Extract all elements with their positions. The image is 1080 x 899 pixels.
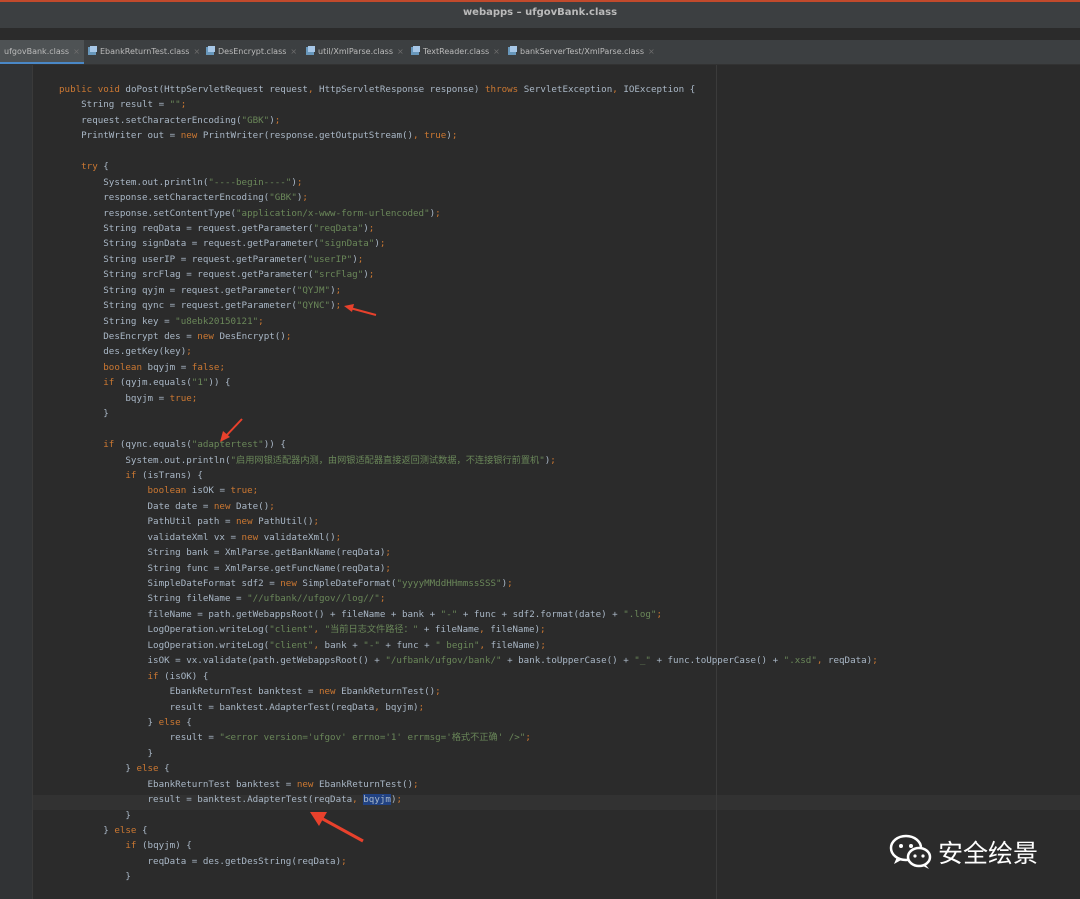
code-line[interactable]: } else {	[59, 823, 878, 838]
tab-bankservertest-xmlparse[interactable]: bankServerTest/XmlParse.class ×	[508, 40, 655, 64]
tab-close-icon[interactable]: ×	[493, 47, 500, 56]
code-line[interactable]: String fileName = "//ufbank//ufgov//log/…	[59, 591, 878, 606]
code-line[interactable]: response.setCharacterEncoding("GBK");	[59, 190, 878, 205]
code-line[interactable]: reqData = des.getDesString(reqData);	[59, 854, 878, 869]
code-line[interactable]: String signData = request.getParameter("…	[59, 236, 878, 251]
tab-util-xmlparse[interactable]: util/XmlParse.class ×	[306, 40, 404, 64]
annotation-arrow-adaptertest	[220, 418, 243, 442]
code-line[interactable]: } else {	[59, 715, 878, 730]
code-line[interactable]: } else {	[59, 761, 878, 776]
code-line[interactable]: LogOperation.writeLog("client", "当前日志文件路…	[59, 622, 878, 637]
code-line[interactable]: des.getKey(key);	[59, 344, 878, 359]
tab-label: TextReader.class	[423, 47, 490, 56]
code-line[interactable]: String qyjm = request.getParameter("QYJM…	[59, 283, 878, 298]
code-line[interactable]: if (qyjm.equals("1")) {	[59, 375, 878, 390]
code-line[interactable]: PathUtil path = new PathUtil();	[59, 514, 878, 529]
tab-ebankreturntest[interactable]: EbankReturnTest.class ×	[88, 40, 200, 64]
code-line[interactable]: System.out.println("----begin----");	[59, 175, 878, 190]
code-line[interactable]: EbankReturnTest banktest = new EbankRetu…	[59, 684, 878, 699]
code-line[interactable]: public void doPost(HttpServletRequest re…	[59, 82, 878, 97]
code-line[interactable]: LogOperation.writeLog("client", bank + "…	[59, 638, 878, 653]
class-file-icon	[206, 41, 215, 55]
code-line[interactable]: PrintWriter out = new PrintWriter(respon…	[59, 128, 878, 143]
code-line[interactable]: EbankReturnTest banktest = new EbankRetu…	[59, 777, 878, 792]
code-line[interactable]: String srcFlag = request.getParameter("s…	[59, 267, 878, 282]
code-line[interactable]: bqyjm = true;	[59, 391, 878, 406]
code-line[interactable]: if (qync.equals("adaptertest")) {	[59, 437, 878, 452]
tab-close-icon[interactable]: ×	[193, 47, 200, 56]
code-line[interactable]: String key = "u8ebk20150121";	[59, 314, 878, 329]
code-line[interactable]	[59, 144, 878, 159]
class-file-icon	[508, 41, 517, 55]
code-line[interactable]: String func = XmlParse.getFuncName(reqDa…	[59, 561, 878, 576]
code-line[interactable]: String userIP = request.getParameter("us…	[59, 252, 878, 267]
code-line[interactable]: }	[59, 406, 878, 421]
tab-label: DesEncrypt.class	[218, 47, 287, 56]
code-line[interactable]: boolean isOK = true;	[59, 483, 878, 498]
code-line[interactable]: response.setContentType("application/x-w…	[59, 206, 878, 221]
code-line[interactable]: if (bqyjm) {	[59, 838, 878, 853]
watermark-text: 安全绘景	[938, 839, 1039, 868]
code-line[interactable]	[59, 422, 878, 437]
code-line[interactable]: String reqData = request.getParameter("r…	[59, 221, 878, 236]
window-titlebar: webapps – ufgovBank.class	[0, 0, 1080, 28]
annotation-arrow-qync	[344, 304, 377, 316]
code-editor[interactable]: public void doPost(HttpServletRequest re…	[33, 65, 1080, 899]
selected-text: bqyjm	[363, 794, 391, 806]
code-line[interactable]: if (isOK) {	[59, 669, 878, 684]
code-line[interactable]: request.setCharacterEncoding("GBK");	[59, 113, 878, 128]
code-line[interactable]: result = banktest.AdapterTest(reqData, b…	[59, 792, 878, 807]
code-line[interactable]: validateXml vx = new validateXml();	[59, 530, 878, 545]
code-line[interactable]: Date date = new Date();	[59, 499, 878, 514]
tab-label: util/XmlParse.class	[318, 47, 393, 56]
tab-textreader[interactable]: TextReader.class ×	[411, 40, 500, 64]
code-line[interactable]: System.out.println("启用网银适配器内测，由网银适配器直接返回…	[59, 453, 878, 468]
code-line[interactable]: fileName = path.getWebappsRoot() + fileN…	[59, 607, 878, 622]
class-file-icon	[306, 41, 315, 55]
tab-desencrypt[interactable]: DesEncrypt.class ×	[206, 40, 297, 64]
code-line[interactable]: result = banktest.AdapterTest(reqData, b…	[59, 700, 878, 715]
code-line[interactable]: try {	[59, 159, 878, 174]
editor-tab-bar: ufgovBank.class × EbankReturnTest.class × …	[0, 40, 1080, 65]
tab-close-icon[interactable]: ×	[73, 47, 80, 56]
line-gutter[interactable]	[0, 65, 33, 899]
window-title: webapps – ufgovBank.class	[462, 7, 618, 18]
annotation-arrow-adaptertest-call	[310, 812, 364, 843]
code-line[interactable]: boolean bqyjm = false;	[59, 360, 878, 375]
code-line[interactable]: result = "<error version='ufgov' errno='…	[59, 730, 878, 745]
code-line[interactable]: SimpleDateFormat sdf2 = new SimpleDateFo…	[59, 576, 878, 591]
tab-close-icon[interactable]: ×	[397, 47, 404, 56]
tab-label: ufgovBank.class	[4, 47, 70, 56]
code-line[interactable]: isOK = vx.validate(path.getWebappsRoot()…	[59, 653, 878, 668]
code-content[interactable]: public void doPost(HttpServletRequest re…	[59, 82, 878, 885]
tab-ufgovbank[interactable]: ufgovBank.class ×	[0, 40, 84, 64]
code-line[interactable]: String bank = XmlParse.getBankName(reqDa…	[59, 545, 878, 560]
code-line[interactable]: String qync = request.getParameter("QYNC…	[59, 298, 878, 313]
class-file-icon	[88, 41, 97, 55]
code-line[interactable]: }	[59, 746, 878, 761]
tab-close-icon[interactable]: ×	[290, 47, 297, 56]
tab-label: bankServerTest/XmlParse.class	[520, 47, 645, 56]
code-line[interactable]: }	[59, 808, 878, 823]
code-line[interactable]: DesEncrypt des = new DesEncrypt();	[59, 329, 878, 344]
wechat-logo	[888, 832, 934, 872]
code-line[interactable]: if (isTrans) {	[59, 468, 878, 483]
code-line[interactable]: String result = "";	[59, 97, 878, 112]
tab-label: EbankReturnTest.class	[100, 47, 190, 56]
tab-close-icon[interactable]: ×	[648, 47, 655, 56]
class-file-icon	[411, 41, 420, 55]
code-line[interactable]: }	[59, 869, 878, 884]
